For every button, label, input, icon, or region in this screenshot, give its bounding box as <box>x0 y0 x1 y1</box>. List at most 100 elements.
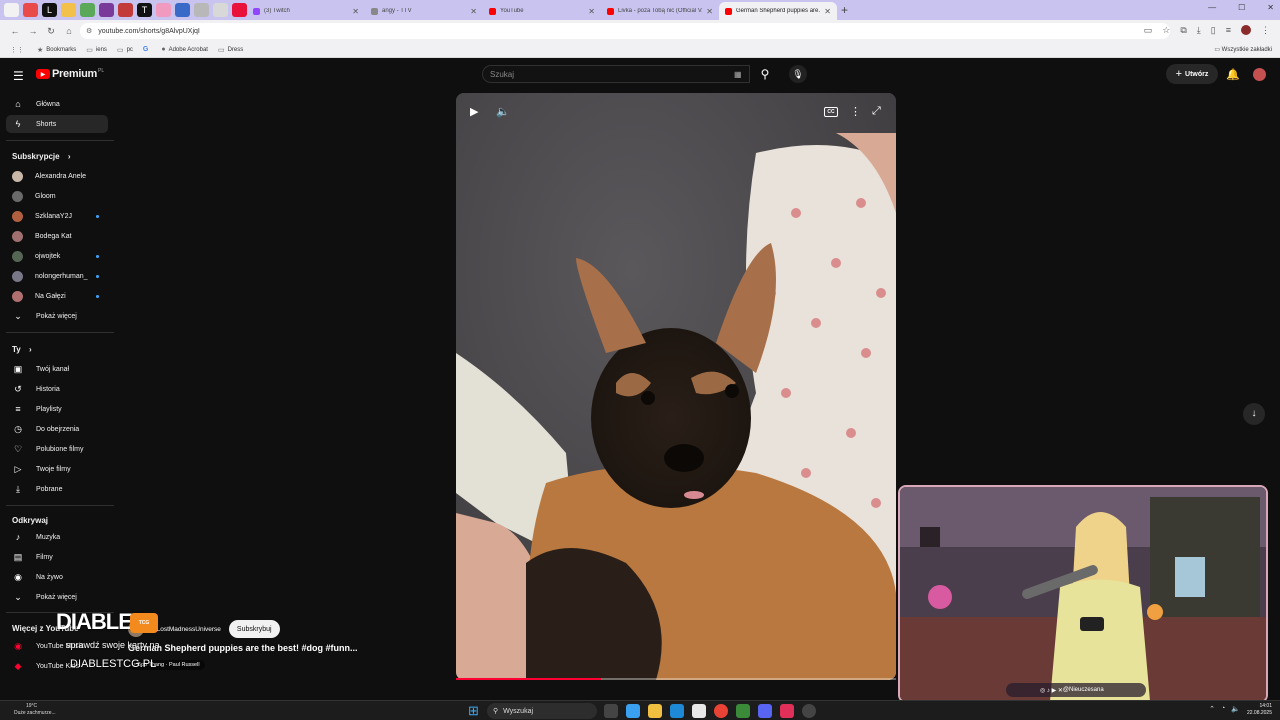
youtube-logo[interactable]: ▶ Premium PL <box>36 68 104 80</box>
sidebar-item-live[interactable]: ◉ Na żywo <box>6 568 108 586</box>
sidebar-item-movies[interactable]: ▤ Filmy <box>6 548 108 566</box>
keyboard-icon[interactable]: ▦ <box>734 70 742 79</box>
volume-icon[interactable]: 🔈 <box>496 105 510 118</box>
file-explorer-icon[interactable] <box>648 704 662 718</box>
network-icon[interactable]: ◔ <box>1221 705 1225 713</box>
sidebar-item-your-channel[interactable]: ▣ Twój kanał <box>6 360 108 378</box>
captions-icon[interactable]: CC <box>824 107 838 117</box>
speaker-icon[interactable]: 🔈 <box>1231 705 1240 713</box>
close-icon[interactable]: ✕ <box>706 7 713 16</box>
close-icon[interactable]: ✕ <box>824 7 831 16</box>
pinned-tab[interactable] <box>232 3 247 17</box>
app-icon[interactable] <box>780 704 794 718</box>
show-more-explore[interactable]: ⌄ Pokaż więcej <box>6 588 108 606</box>
downloads-icon[interactable]: ⤓ <box>1197 25 1201 36</box>
sidebar-item-subscription[interactable]: Alexandra Anele <box>6 167 108 185</box>
sidebar-item-home[interactable]: ⌂ Główna <box>6 95 108 113</box>
close-icon[interactable]: ✕ <box>588 7 595 16</box>
you-heading[interactable]: Ty › <box>12 345 32 354</box>
sidebar-item-watch-later[interactable]: ◷ Do obejrzenia <box>6 420 108 438</box>
menu-icon[interactable]: ☰ <box>13 69 24 83</box>
pinned-tab[interactable] <box>80 3 95 17</box>
pinned-tab[interactable] <box>4 3 19 17</box>
sidepanel-icon[interactable]: ▯ <box>1211 25 1216 36</box>
sidebar-item-subscription[interactable]: SzklanaY2J <box>6 207 108 225</box>
video-progress-bar[interactable] <box>456 678 896 680</box>
more-options-icon[interactable]: ⋮ <box>850 105 861 118</box>
pinned-tab[interactable] <box>213 3 228 17</box>
edge-icon[interactable] <box>670 704 684 718</box>
pinned-tab[interactable] <box>61 3 76 17</box>
minimize-icon[interactable]: — <box>1208 3 1216 12</box>
extensions-icon[interactable]: ⧉ <box>1180 25 1186 36</box>
subscriptions-heading[interactable]: Subskrypcje › <box>12 152 70 161</box>
search-icon[interactable]: ⚲ <box>752 65 778 83</box>
browser-tab-active[interactable]: German Shepherd puppies are... ✕ <box>719 2 837 20</box>
forward-icon[interactable]: → <box>24 26 42 36</box>
fullscreen-icon[interactable]: ⤢ <box>872 105 881 118</box>
pinned-tab[interactable] <box>194 3 209 17</box>
address-bar[interactable]: ⚙ youtube.com/shorts/g8AlvpUXjqI <box>80 23 1170 39</box>
subscribe-button[interactable]: Subskrybuj <box>228 620 280 638</box>
browser-tab[interactable]: Livka - poza Tobą nic (Official V... ✕ <box>601 2 719 20</box>
browser-tab[interactable]: YouTube ✕ <box>483 2 601 20</box>
pinned-tab[interactable] <box>156 3 171 17</box>
sidebar-item-history[interactable]: ↺ Historia <box>6 380 108 398</box>
maximize-icon[interactable]: ☐ <box>1238 3 1245 12</box>
copilot-icon[interactable] <box>626 704 640 718</box>
reload-icon[interactable]: ↻ <box>42 26 60 37</box>
app-icon[interactable] <box>736 704 750 718</box>
weather-widget[interactable]: 19°C Duże zachmurze... <box>14 703 56 717</box>
close-icon[interactable]: ✕ <box>352 7 359 16</box>
windows-start-icon[interactable]: ⊞ <box>468 704 479 718</box>
sidebar-item-music[interactable]: ♪ Muzyka <box>6 528 108 546</box>
search-input[interactable]: Szukaj <box>482 65 750 83</box>
sidebar-item-subscription[interactable]: Gloom <box>6 187 108 205</box>
close-icon[interactable]: ✕ <box>470 7 477 16</box>
chrome-icon[interactable] <box>714 704 728 718</box>
sidebar-item-subscription[interactable]: Na Gałęzi <box>6 287 108 305</box>
task-view-icon[interactable] <box>604 704 618 718</box>
short-video-player[interactable]: ▶ 🔈 CC ⋮ ⤢ <box>456 93 896 680</box>
channel-name[interactable]: @LostMadnessUniverse <box>150 626 221 633</box>
pinned-tab[interactable] <box>99 3 114 17</box>
show-more-subscriptions[interactable]: ⌄ Pokaż więcej <box>6 307 108 325</box>
cast-icon[interactable]: ▭ <box>1144 25 1153 36</box>
sidebar-item-playlists[interactable]: ≡ Playlisty <box>6 400 108 418</box>
bookmark-item[interactable]: ▭ Dress <box>218 46 243 54</box>
bookmark-item[interactable]: ★ Bookmarks <box>37 46 76 54</box>
pinned-tab[interactable] <box>23 3 38 17</box>
pinned-tab[interactable] <box>175 3 190 17</box>
user-avatar[interactable] <box>1253 68 1266 81</box>
sidebar-item-your-videos[interactable]: ▷ Twoje filmy <box>6 460 108 478</box>
sidebar-item-shorts[interactable]: ϟ Shorts <box>6 115 108 133</box>
create-button[interactable]: + Utwórz <box>1166 64 1218 84</box>
bookmark-star-icon[interactable]: ☆ <box>1162 25 1170 36</box>
taskbar-clock[interactable]: 14:01 22.08.2025 <box>1247 703 1272 717</box>
kebab-menu-icon[interactable]: ⋮ <box>1261 25 1270 36</box>
bookmark-item[interactable]: ▭ iens <box>86 46 107 54</box>
bookmark-item[interactable]: G <box>143 46 151 53</box>
short-title[interactable]: German Shepherd puppies are the best! #d… <box>128 643 358 653</box>
store-icon[interactable] <box>692 704 706 718</box>
sidebar-item-subscription[interactable]: nolongerhuman_ <box>6 267 108 285</box>
play-icon[interactable]: ▶ <box>470 105 478 118</box>
sidebar-item-subscription[interactable]: Bodega Kat <box>6 227 108 245</box>
home-browser-icon[interactable]: ⌂ <box>60 26 78 36</box>
bookmark-item[interactable]: ● Adobe Acrobat <box>161 46 208 53</box>
bookmark-item[interactable]: ▭ pc <box>117 46 133 54</box>
all-bookmarks-button[interactable]: ▭ Wszystkie zakładki <box>1214 46 1272 53</box>
obs-icon[interactable] <box>802 704 816 718</box>
profile-avatar[interactable] <box>1241 25 1251 35</box>
sidebar-item-downloads[interactable]: ⤓ Pobrane <box>6 480 108 498</box>
pinned-tab[interactable] <box>118 3 133 17</box>
pinned-tab[interactable]: L <box>42 3 57 17</box>
browser-tab[interactable]: (3) Twitch ✕ <box>247 2 365 20</box>
discord-icon[interactable] <box>758 704 772 718</box>
mic-icon[interactable]: 🎙 <box>789 65 807 83</box>
browser-tab[interactable]: angy - TTV ✕ <box>365 2 483 20</box>
taskbar-search[interactable]: ⚲ Wyszukaj <box>487 703 597 719</box>
notifications-bell-icon[interactable]: 🔔 <box>1226 68 1240 81</box>
back-icon[interactable]: ← <box>6 26 24 36</box>
site-info-icon[interactable]: ⚙ <box>86 27 92 35</box>
